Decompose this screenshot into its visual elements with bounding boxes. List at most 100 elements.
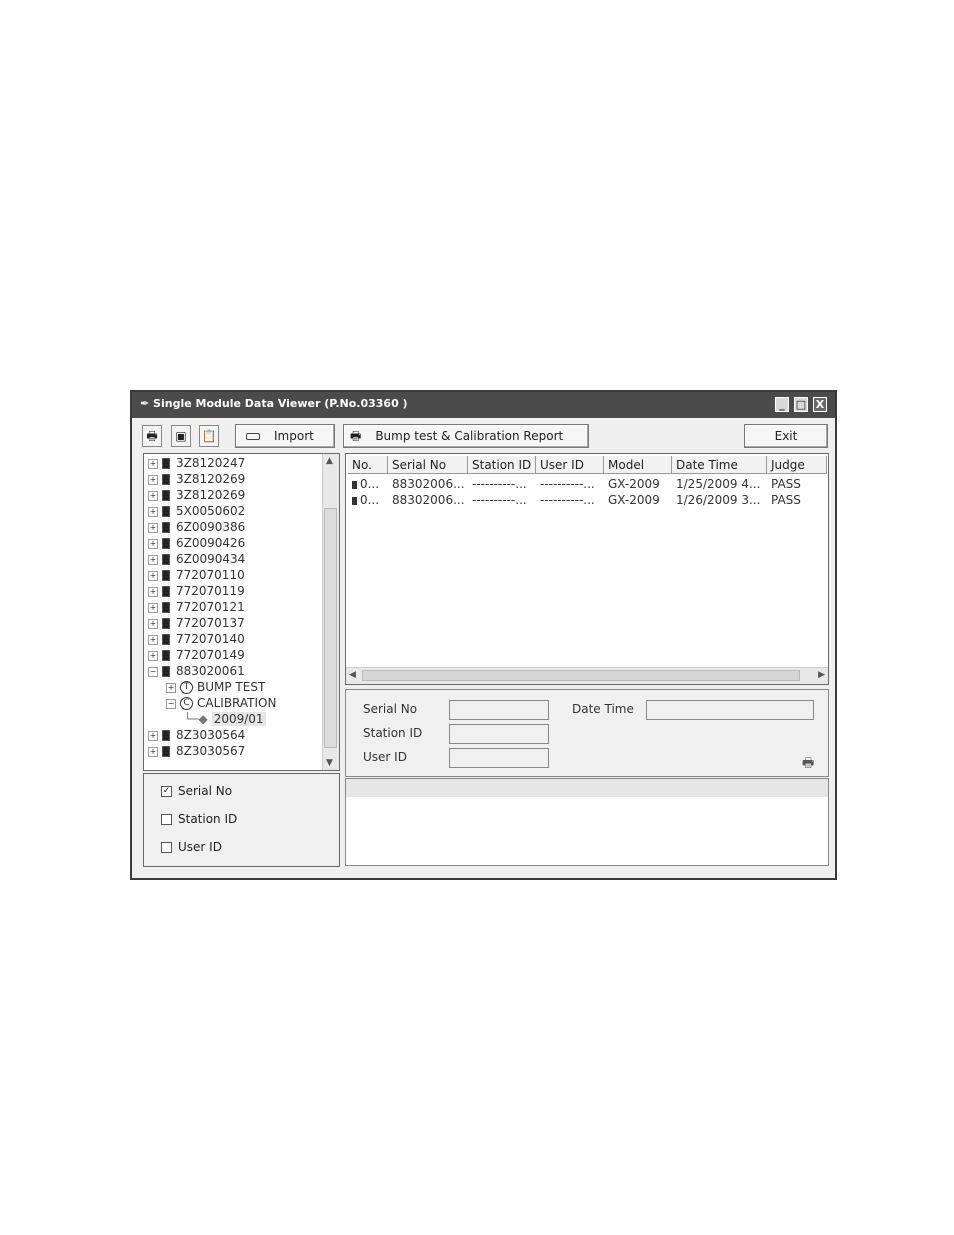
tree-item[interactable]: +3Z8120269: [148, 471, 245, 487]
tree-item[interactable]: − 883020061: [148, 663, 245, 679]
datetime-field[interactable]: [646, 700, 814, 720]
tree-item[interactable]: − C CALIBRATION: [166, 695, 276, 711]
column-header[interactable]: User ID: [536, 456, 604, 474]
device-icon: [162, 458, 170, 469]
expand-icon[interactable]: −: [148, 666, 158, 677]
table-cell[interactable]: 1/26/2009 3...: [676, 492, 767, 508]
scroll-right-icon[interactable]: ▶: [818, 670, 825, 680]
table-cell[interactable]: 1/25/2009 4...: [676, 476, 767, 492]
close-button[interactable]: X: [813, 397, 827, 412]
filter-checkbox[interactable]: User ID: [161, 840, 222, 854]
print-button[interactable]: 🖶: [142, 425, 162, 447]
checkbox-icon[interactable]: [161, 814, 172, 825]
expand-icon[interactable]: +: [148, 650, 158, 661]
tree-item[interactable]: +8Z3030564: [148, 727, 245, 743]
table-cell[interactable]: 0...: [352, 476, 388, 492]
tree-item[interactable]: +3Z8120269: [148, 487, 245, 503]
expand-icon[interactable]: +: [148, 490, 158, 501]
table-scroll-thumb[interactable]: [362, 670, 800, 681]
tree-item[interactable]: +772070137: [148, 615, 245, 631]
tree-item[interactable]: +3Z8120247: [148, 455, 245, 471]
table-cell[interactable]: PASS: [771, 492, 827, 508]
tree-item-label: 6Z0090434: [176, 552, 246, 566]
table-cell[interactable]: ----------...: [472, 492, 536, 508]
records-table[interactable]: ◀ ▶ No. Serial No Station ID User ID Model Da…: [345, 453, 829, 685]
checkbox-icon[interactable]: [161, 842, 172, 853]
table-cell[interactable]: ----------...: [472, 476, 536, 492]
expand-icon[interactable]: +: [148, 586, 158, 597]
expand-icon[interactable]: +: [148, 458, 158, 469]
user-field[interactable]: [449, 748, 549, 768]
expand-icon[interactable]: +: [166, 682, 176, 693]
tree-item[interactable]: +772070140: [148, 631, 245, 647]
expand-icon[interactable]: +: [148, 618, 158, 629]
table-cell[interactable]: ----------...: [540, 476, 604, 492]
tree-item[interactable]: +772070119: [148, 583, 245, 599]
station-label: Station ID: [363, 726, 423, 740]
expand-icon[interactable]: +: [148, 746, 158, 757]
expand-icon[interactable]: +: [148, 602, 158, 613]
device-icon: [162, 570, 170, 581]
column-header[interactable]: Date Time: [672, 456, 767, 474]
table-cell[interactable]: 88302006...: [392, 476, 468, 492]
tree-scrollbar[interactable]: ▲ ▼: [322, 454, 339, 770]
table-cell[interactable]: GX-2009: [608, 492, 672, 508]
table-hscrollbar[interactable]: ◀ ▶: [346, 667, 828, 684]
report-button[interactable]: 🖶 Bump test & Calibration Report: [343, 424, 589, 448]
tree-item[interactable]: +772070110: [148, 567, 245, 583]
tree-item[interactable]: +6Z0090426: [148, 535, 245, 551]
column-header[interactable]: Station ID: [468, 456, 536, 474]
tree-item[interactable]: +772070121: [148, 599, 245, 615]
checkbox-icon[interactable]: ✓: [161, 786, 172, 797]
expand-icon[interactable]: +: [148, 634, 158, 645]
tree-scroll-thumb[interactable]: [324, 508, 337, 748]
device-tree[interactable]: ▲ ▼ +3Z8120247 +3Z8120269 +3Z8120269 +5X005…: [143, 453, 340, 771]
tree-item[interactable]: └─◆ 2009/01: [184, 711, 266, 727]
scroll-down-icon[interactable]: ▼: [326, 758, 333, 768]
device-icon: [162, 730, 170, 741]
scroll-left-icon[interactable]: ◀: [349, 670, 356, 680]
filter-checkbox[interactable]: ✓ Serial No: [161, 784, 232, 798]
filter-checkbox[interactable]: Station ID: [161, 812, 237, 826]
print-detail-icon[interactable]: 🖶: [802, 754, 814, 776]
device-icon: [162, 602, 170, 613]
column-header[interactable]: Model: [604, 456, 672, 474]
exit-button[interactable]: Exit: [744, 424, 828, 448]
table-cell[interactable]: GX-2009: [608, 476, 672, 492]
tree-item[interactable]: +772070149: [148, 647, 245, 663]
expand-icon[interactable]: +: [148, 506, 158, 517]
save-button[interactable]: ▣: [171, 425, 191, 447]
filter-label: Station ID: [178, 812, 238, 826]
tree-item[interactable]: + T BUMP TEST: [166, 679, 265, 695]
expand-icon[interactable]: +: [148, 474, 158, 485]
import-button[interactable]: Import: [235, 424, 335, 448]
column-header[interactable]: Serial No: [388, 456, 468, 474]
expand-icon[interactable]: −: [166, 698, 176, 709]
expand-icon[interactable]: +: [148, 522, 158, 533]
device-icon: [352, 480, 357, 489]
expand-icon[interactable]: +: [148, 730, 158, 741]
tree-item[interactable]: +6Z0090434: [148, 551, 245, 567]
maximize-button[interactable]: □: [794, 397, 808, 412]
clipboard-button[interactable]: 📋: [199, 425, 219, 447]
report-label: Bump test & Calibration Report: [375, 429, 564, 443]
table-cell[interactable]: 0...: [352, 492, 388, 508]
serial-field[interactable]: [449, 700, 549, 720]
station-field[interactable]: [449, 724, 549, 744]
expand-icon[interactable]: +: [148, 554, 158, 565]
column-header[interactable]: Judge: [767, 456, 827, 474]
tree-item[interactable]: +8Z3030567: [148, 743, 245, 759]
table-cell[interactable]: ----------...: [540, 492, 604, 508]
table-cell[interactable]: PASS: [771, 476, 827, 492]
expand-icon[interactable]: +: [148, 538, 158, 549]
table-cell[interactable]: 88302006...: [392, 492, 468, 508]
scroll-up-icon[interactable]: ▲: [326, 456, 333, 466]
tree-item[interactable]: +6Z0090386: [148, 519, 245, 535]
tree-item[interactable]: +5X0050602: [148, 503, 245, 519]
column-header[interactable]: No.: [348, 456, 388, 474]
device-icon: [162, 586, 170, 597]
expand-icon[interactable]: +: [148, 570, 158, 581]
device-icon: [162, 554, 170, 565]
minimize-button[interactable]: _: [775, 397, 789, 412]
datetime-label: Date Time: [572, 702, 634, 716]
